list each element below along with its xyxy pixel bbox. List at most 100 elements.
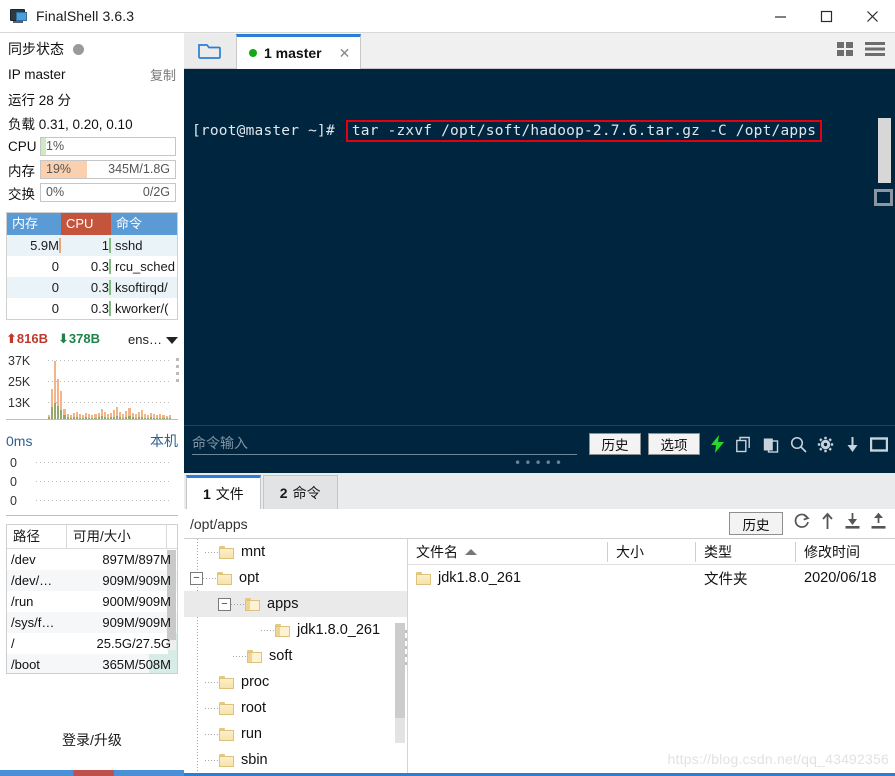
close-button[interactable]	[849, 0, 895, 32]
process-col-cpu[interactable]: CPU	[61, 213, 111, 235]
meter-swap-percent: 0%	[46, 185, 65, 199]
shell-prompt: [root@master ~]#	[192, 123, 335, 139]
file-col-modified[interactable]: 修改时间	[796, 542, 895, 562]
download-icon[interactable]	[842, 434, 862, 454]
tree-expander-icon[interactable]: −	[218, 597, 231, 611]
tree-node-apps[interactable]: − apps	[184, 591, 407, 617]
options-button[interactable]: 选项	[648, 433, 700, 455]
maximize-button[interactable]	[803, 0, 849, 32]
disk-row[interactable]: /boot 365M/508M	[7, 654, 177, 673]
net-bar	[51, 389, 54, 419]
minimize-button[interactable]	[757, 0, 803, 32]
disk-row[interactable]: /run 900M/909M	[7, 591, 177, 612]
process-row[interactable]: 0 0.3 rcu_sched	[7, 256, 177, 277]
net-bar	[119, 412, 122, 419]
grid-view-icon[interactable]	[837, 41, 855, 62]
disk-usage-table: 路径 可用/大小 /dev 897M/897M/dev/… 909M/909M/ru…	[6, 524, 178, 674]
process-row[interactable]: 5.9M 1 sshd	[7, 235, 177, 256]
resize-handle[interactable]: •••••	[514, 456, 565, 470]
net-bar	[131, 413, 134, 419]
paste-icon[interactable]	[761, 434, 781, 454]
file-history-button[interactable]: 历史	[729, 512, 783, 535]
open-folder-button[interactable]	[184, 34, 236, 68]
list-menu-icon[interactable]	[865, 41, 885, 62]
process-command: kworker/(	[115, 301, 169, 316]
disk-col-path[interactable]: 路径	[7, 525, 67, 548]
copy-icon[interactable]	[734, 434, 754, 454]
tab-commands-label: 命令	[292, 484, 321, 501]
tree-node-mnt[interactable]: mnt	[184, 539, 407, 565]
tree-node-run[interactable]: run	[184, 721, 407, 747]
lightning-icon[interactable]	[707, 434, 727, 454]
tree-node-label: apps	[267, 596, 299, 612]
command-input[interactable]: 命令输入	[192, 433, 577, 455]
history-button[interactable]: 历史	[589, 433, 641, 455]
current-path[interactable]: /opt/apps	[184, 516, 729, 532]
up-arrow-icon[interactable]	[820, 512, 835, 535]
terminal-output[interactable]: [root@master ~]# tar -zxvf /opt/soft/had…	[184, 69, 895, 473]
ip-label: IP master	[8, 66, 66, 82]
file-col-name[interactable]: 文件名	[408, 541, 608, 562]
tree-node-sbin[interactable]: sbin	[184, 747, 407, 773]
net-bar	[69, 415, 72, 419]
upload-icon[interactable]	[870, 512, 887, 535]
net-bar	[109, 413, 112, 419]
tree-node-opt[interactable]: − opt	[184, 565, 407, 591]
process-table: 内存 CPU 命令 5.9M 1 sshd 0 0.3 rcu_sched 0 …	[6, 212, 178, 320]
process-table-header: 内存 CPU 命令	[7, 213, 177, 235]
folder-icon	[219, 545, 234, 559]
disk-row[interactable]: / 25.5G/27.5G	[7, 633, 177, 654]
net-bar	[137, 412, 140, 419]
search-icon[interactable]	[788, 434, 808, 454]
disk-row[interactable]: /sys/f… 909M/909M	[7, 612, 177, 633]
gear-icon[interactable]	[815, 434, 835, 454]
connection-status-icon	[249, 49, 257, 57]
process-command: ksoftirqd/	[115, 280, 168, 295]
meter-memory-percent: 19%	[46, 162, 72, 176]
net-bar	[63, 409, 66, 419]
login-upgrade-button[interactable]: 登录/升级	[0, 730, 184, 750]
terminal-scrollbar[interactable]	[878, 118, 891, 183]
tree-node-jdk1-8-0-261[interactable]: jdk1.8.0_261	[184, 617, 407, 643]
process-row[interactable]: 0 0.3 ksoftirqd/	[7, 277, 177, 298]
disk-col-size[interactable]: 可用/大小	[67, 525, 167, 548]
disk-row[interactable]: /dev/… 909M/909M	[7, 570, 177, 591]
disk-path: /dev/…	[11, 573, 53, 588]
tree-node-root[interactable]: root	[184, 695, 407, 721]
net-bar	[60, 391, 63, 419]
tree-node-soft[interactable]: soft	[184, 643, 407, 669]
folder-icon	[219, 753, 234, 767]
download-icon[interactable]	[844, 512, 861, 535]
net-bar	[66, 414, 69, 419]
tab-files[interactable]: 1 文件	[186, 475, 261, 509]
disk-size: 25.5G/27.5G	[69, 633, 177, 654]
terminal-scroll-button[interactable]	[874, 189, 893, 206]
upload-arrow-icon: ⬆	[6, 331, 17, 346]
refresh-icon[interactable]	[792, 512, 811, 535]
window-icon[interactable]	[869, 434, 889, 454]
network-interface-selector[interactable]: ens…	[128, 332, 178, 347]
process-cpu: 1	[101, 238, 109, 253]
disk-row[interactable]: /dev 897M/897M	[7, 549, 177, 570]
close-tab-icon[interactable]: ✕	[339, 45, 351, 62]
process-memory: 0	[51, 259, 59, 274]
directory-tree[interactable]: mnt − opt − apps jdk1.8.0_261 soft proc root run s…	[184, 539, 408, 776]
net-bar	[54, 361, 57, 419]
window-title: FinalShell 3.6.3	[36, 8, 135, 24]
tree-node-label: soft	[269, 648, 293, 664]
tree-node-proc[interactable]: proc	[184, 669, 407, 695]
file-list[interactable]: 文件名 大小 类型 修改时间 jdk1.8.0_261 文件夹 2020/06/…	[408, 539, 895, 776]
file-col-type[interactable]: 类型	[696, 541, 796, 562]
tree-expander-icon[interactable]: −	[190, 571, 203, 585]
copy-ip-button[interactable]: 复制	[150, 65, 176, 84]
folder-icon	[247, 649, 262, 663]
file-list-row[interactable]: jdk1.8.0_261 文件夹 2020/06/18	[408, 565, 895, 591]
terminal-tab-master[interactable]: 1 master ✕	[236, 34, 362, 69]
process-row[interactable]: 0 0.3 kworker/(	[7, 298, 177, 319]
file-col-size[interactable]: 大小	[608, 541, 696, 562]
net-bar	[162, 415, 165, 419]
tab-commands[interactable]: 2 命令	[262, 475, 338, 509]
process-col-memory[interactable]: 内存	[7, 213, 61, 235]
net-bar	[140, 410, 143, 419]
process-col-command[interactable]: 命令	[111, 213, 177, 235]
